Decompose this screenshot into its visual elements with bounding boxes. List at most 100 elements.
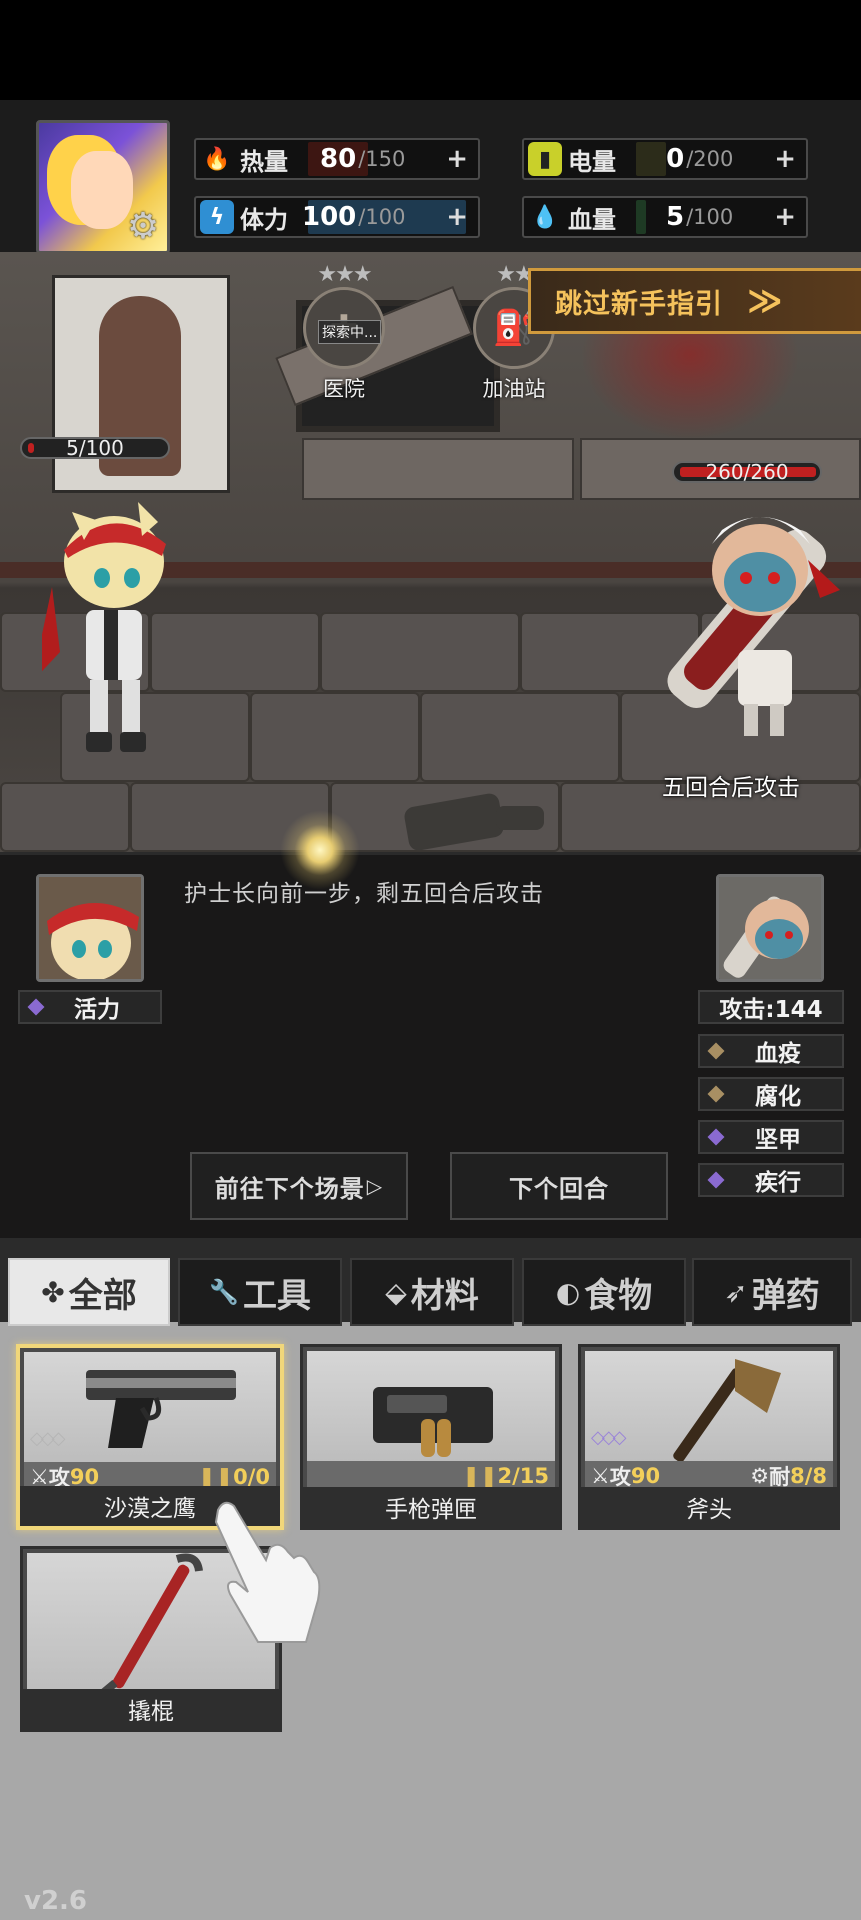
tab-tools[interactable]: 🔧 工具 xyxy=(178,1258,342,1326)
enemy-attack-stat: 攻击:144 xyxy=(698,990,844,1024)
tutorial-hand-pointer-icon xyxy=(210,1496,322,1646)
enemy-nurse-character[interactable] xyxy=(650,490,850,746)
item-name: 撬棍 xyxy=(23,1689,279,1729)
enemy-status-label: 腐化 xyxy=(755,1084,801,1110)
stat-stamina-value: 100 xyxy=(302,202,357,232)
floor-brick xyxy=(0,782,130,852)
stat-heat-add-button[interactable]: + xyxy=(446,144,468,174)
stat-blood-fill xyxy=(636,200,646,234)
item-pistol-magazine[interactable]: ❚❚ 2/15 手枪弹匣 xyxy=(300,1344,562,1530)
next-scene-button[interactable]: 前往下个场景 ▷ xyxy=(190,1152,408,1220)
enemy-status-label: 坚甲 xyxy=(755,1127,801,1153)
enemy-portrait[interactable] xyxy=(716,874,824,982)
rarity-diamonds: ◇◇◇ xyxy=(591,1427,626,1448)
magazine-box-icon xyxy=(373,1387,493,1457)
player-status-label: 活力 xyxy=(74,997,120,1023)
player-character[interactable] xyxy=(32,492,172,768)
player-avatar[interactable]: ⚙ xyxy=(36,120,170,254)
item-image xyxy=(307,1351,555,1461)
enemy-attack-countdown: 五回合后攻击 xyxy=(662,775,800,801)
location-name: 加油站 xyxy=(482,377,546,401)
tab-materials-label: 材料 xyxy=(410,1275,479,1316)
anatomy-poster xyxy=(52,275,230,493)
enemy-hp-bar: 260/260 xyxy=(672,460,822,484)
tab-food[interactable]: ◐ 食物 xyxy=(522,1258,686,1326)
blood-drop-icon: 💧 xyxy=(531,204,559,230)
grid-icon: ✤ xyxy=(41,1275,65,1309)
stat-power-add-button[interactable]: + xyxy=(774,144,796,174)
lightning-icon: ϟ xyxy=(200,200,234,234)
tab-ammo[interactable]: ➶ 弹药 xyxy=(692,1258,852,1326)
rarity-diamonds: ◇◇◇ xyxy=(30,1428,65,1449)
next-round-label: 下个回合 xyxy=(509,1174,609,1203)
settings-gear-icon[interactable]: ⚙ xyxy=(123,207,163,247)
enemy-status-tag[interactable]: 坚甲 xyxy=(698,1120,844,1154)
floor-brick xyxy=(250,692,420,782)
location-hospital[interactable]: ★★★ ✚ 探索中... 医院 xyxy=(294,262,394,403)
skip-tutorial-button[interactable]: 跳过新手指引 ≫ xyxy=(528,268,861,334)
skip-tutorial-label: 跳过新手指引 xyxy=(555,288,723,320)
player-status-tag[interactable]: 活力 xyxy=(18,990,162,1024)
ammo-icon: ❚❚ xyxy=(462,1464,498,1488)
stat-heat: 🔥 热量 80 /150 + xyxy=(194,138,480,180)
rubble-stone xyxy=(496,806,544,830)
player-hp-bar: 5/100 xyxy=(20,436,170,460)
location-stars: ★★★ xyxy=(317,262,372,287)
bullet-icon: ➶ xyxy=(724,1275,748,1309)
sword-icon: ⚔ xyxy=(591,1464,610,1488)
enemy-status-label: 血疫 xyxy=(755,1041,801,1067)
stat-heat-value: 80 xyxy=(320,144,357,174)
stat-stamina-max: /100 xyxy=(358,205,406,229)
stat-heat-label: 热量 xyxy=(240,147,288,176)
tab-ammo-label: 弹药 xyxy=(751,1275,820,1316)
durability-value: 8/8 xyxy=(790,1464,827,1488)
exploring-tag: 探索中... xyxy=(318,320,382,344)
stat-power-label: 电量 xyxy=(568,147,616,176)
flame-icon: 🔥 xyxy=(203,146,231,172)
player-portrait[interactable] xyxy=(36,874,144,982)
enemy-status-tag[interactable]: 血疫 xyxy=(698,1034,844,1068)
enemy-status-tag[interactable]: 腐化 xyxy=(698,1077,844,1111)
player-hp-fill xyxy=(28,443,34,453)
next-round-button[interactable]: 下个回合 xyxy=(450,1152,668,1220)
hospital-icon: ✚ 探索中... xyxy=(303,287,385,369)
stat-stamina: ϟ 体力 100 /100 + xyxy=(194,196,480,238)
battle-log-text: 护士长向前一步，剩五回合后攻击 xyxy=(184,881,544,907)
enemy-attack-value: 攻击:144 xyxy=(719,997,823,1023)
wall-shelf xyxy=(302,438,574,500)
stat-power-max: /200 xyxy=(686,147,734,171)
enemy-status-tag[interactable]: 疾行 xyxy=(698,1163,844,1197)
stat-blood: 💧 血量 5 /100 + xyxy=(522,196,808,238)
item-name: 斧头 xyxy=(581,1487,837,1527)
floor-brick xyxy=(420,692,620,782)
stat-power-fill xyxy=(636,142,666,176)
stat-blood-label: 血量 xyxy=(568,205,616,234)
food-icon: ◐ xyxy=(555,1275,581,1309)
stat-power: ▮ 电量 50 /200 + xyxy=(522,138,808,180)
floor-brick xyxy=(320,612,520,692)
double-chevron-right-icon: ≫ xyxy=(747,281,782,321)
stat-blood-add-button[interactable]: + xyxy=(774,202,796,232)
item-axe[interactable]: ◇◇◇ ⚔ 攻 90 ⚙ 耐 8/8 斧头 xyxy=(578,1344,840,1530)
stat-blood-max: /100 xyxy=(686,205,734,229)
version-label: v2.6 xyxy=(24,1886,88,1916)
play-triangle-icon: ▷ xyxy=(366,1174,384,1198)
item-name: 手枪弹匣 xyxy=(303,1487,559,1527)
item-count: 2/15 xyxy=(497,1464,549,1488)
enemy-status-label: 疾行 xyxy=(755,1170,801,1196)
floor-brick xyxy=(150,612,320,692)
battery-icon: ▮ xyxy=(528,142,562,176)
tab-food-label: 食物 xyxy=(584,1275,653,1316)
enemy-hp-text: 260/260 xyxy=(705,460,789,484)
next-scene-label: 前往下个场景 xyxy=(214,1174,365,1203)
wrench-icon: 🔧 xyxy=(209,1278,239,1306)
tab-all-label: 全部 xyxy=(68,1275,137,1316)
stat-blood-value: 5 xyxy=(666,202,685,232)
stat-stamina-add-button[interactable]: + xyxy=(446,202,468,232)
durability-icon: ⚙ xyxy=(750,1464,770,1488)
stat-heat-max: /150 xyxy=(358,147,406,171)
tab-materials[interactable]: ⬙ 材料 xyxy=(350,1258,514,1326)
location-name: 医院 xyxy=(323,377,365,401)
tab-all[interactable]: ✤ 全部 xyxy=(8,1258,170,1326)
attack-value: 90 xyxy=(630,1464,661,1488)
